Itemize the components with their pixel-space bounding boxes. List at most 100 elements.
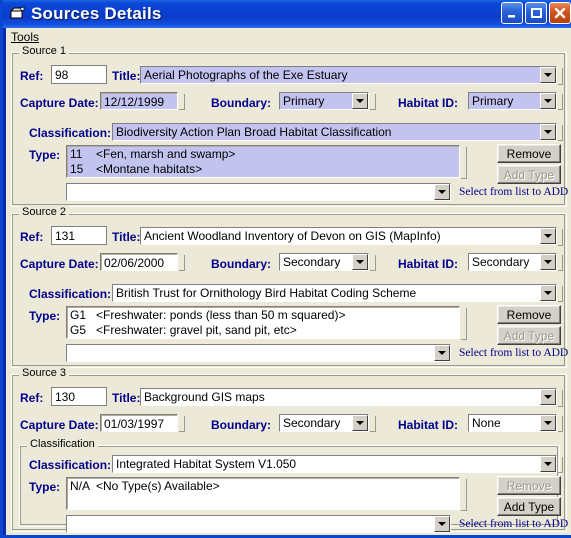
source-2-habitat-id-label: Habitat ID:: [398, 257, 458, 271]
source-3-remove-button: Remove: [497, 476, 561, 495]
source-2-title-combo[interactable]: Ancient Woodland Inventory of Devon on G…: [140, 227, 557, 245]
source-2-habitat-id-combo[interactable]: Secondary: [468, 253, 557, 271]
source-3-classification-combo[interactable]: Integrated Habitat System V1.050: [112, 455, 557, 473]
source-3-type-list[interactable]: N/A <No Type(s) Available>: [66, 477, 460, 510]
list-item[interactable]: 11 <Fen, marsh and swamp>: [70, 147, 459, 162]
type-code: 15: [70, 162, 84, 176]
source-2-add-hint: Select from list to ADD: [459, 347, 569, 359]
list-item[interactable]: N/A <No Type(s) Available>: [70, 479, 459, 494]
source-1-habitat-id-label: Habitat ID:: [398, 96, 458, 110]
source-3-add-type-combo[interactable]: [66, 515, 451, 533]
chevron-down-icon[interactable]: [540, 93, 556, 109]
source-2-boundary-label: Boundary:: [211, 257, 271, 271]
source-3-classification-group-legend: Classification: [27, 438, 98, 450]
type-desc: <Freshwater: ponds (less than 50 m squar…: [96, 308, 346, 322]
chevron-down-icon[interactable]: [540, 228, 556, 244]
source-1-habitat-id-combo[interactable]: Primary: [468, 92, 557, 110]
chevron-down-icon[interactable]: [540, 124, 556, 140]
source-3-group: Source 3 Ref: 130 Title: Background GIS …: [11, 367, 569, 533]
source-1-type-label: Type:: [29, 148, 61, 162]
maximize-button[interactable]: [525, 2, 547, 24]
chevron-down-icon[interactable]: [540, 456, 556, 472]
source-3-type-label: Type:: [29, 480, 61, 494]
source-1-habitat-id-value: Primary: [472, 94, 514, 108]
chevron-down-icon[interactable]: [540, 415, 556, 431]
source-3-legend: Source 3: [19, 367, 70, 379]
source-1-type-list[interactable]: 11 <Fen, marsh and swamp> 15 <Montane ha…: [66, 145, 460, 178]
source-3-add-hint: Select from list to ADD: [459, 518, 569, 530]
menu-item-tools[interactable]: Tools: [6, 29, 44, 45]
source-3-ref-input[interactable]: 130: [51, 387, 107, 406]
chevron-down-icon[interactable]: [540, 285, 556, 301]
source-2-habitat-id-value: Secondary: [472, 255, 530, 269]
source-3-habitat-id-label: Habitat ID:: [398, 418, 458, 432]
source-2-title-label: Title:: [112, 230, 141, 244]
source-2-classification-combo[interactable]: British Trust for Ornithology Bird Habit…: [112, 284, 557, 302]
minimize-button[interactable]: [501, 2, 523, 24]
source-1-boundary-combo[interactable]: Primary: [279, 92, 369, 110]
list-item[interactable]: G1 <Freshwater: ponds (less than 50 m sq…: [70, 308, 459, 323]
source-3-boundary-label: Boundary:: [211, 418, 271, 432]
source-3-capture-date-label: Capture Date:: [20, 418, 99, 432]
chevron-down-icon[interactable]: [434, 516, 450, 532]
chevron-down-icon[interactable]: [352, 93, 368, 109]
source-1-capture-date-input[interactable]: 12/12/1999: [100, 92, 178, 110]
chevron-down-icon[interactable]: [540, 389, 556, 405]
source-3-classification-value: Integrated Habitat System V1.050: [116, 457, 297, 471]
source-3-capture-date-input[interactable]: 01/03/1997: [100, 414, 178, 432]
source-2-capture-date-input[interactable]: 02/06/2000: [100, 253, 178, 271]
source-2-add-type-button: Add Type: [497, 326, 561, 345]
source-1-remove-button[interactable]: Remove: [497, 144, 561, 163]
form-client-area: Source 1 Ref: 98 Title: Aerial Photograp…: [6, 46, 571, 535]
chevron-down-icon[interactable]: [540, 254, 556, 270]
source-2-ref-label: Ref:: [20, 230, 44, 244]
source-3-habitat-id-value: None: [472, 416, 501, 430]
sources-details-window: Sources Details Tools Source 1 Ref: 98 T…: [0, 0, 571, 538]
chevron-down-icon[interactable]: [352, 415, 368, 431]
source-2-group: Source 2 Ref: 131 Title: Ancient Woodlan…: [11, 206, 569, 368]
chevron-down-icon[interactable]: [540, 67, 556, 83]
type-code: 11: [70, 147, 83, 161]
source-1-add-type-combo[interactable]: [66, 183, 451, 201]
close-button[interactable]: [549, 2, 571, 24]
source-2-title-value: Ancient Woodland Inventory of Devon on G…: [144, 229, 441, 243]
source-2-capture-date-label: Capture Date:: [20, 257, 99, 271]
source-1-add-type-button: Add Type: [497, 165, 561, 184]
source-1-group: Source 1 Ref: 98 Title: Aerial Photograp…: [11, 46, 568, 207]
chevron-down-icon[interactable]: [352, 254, 368, 270]
source-3-habitat-id-combo[interactable]: None: [468, 414, 557, 432]
type-code: G5: [70, 323, 87, 337]
source-3-boundary-combo[interactable]: Secondary: [279, 414, 369, 432]
source-1-title-combo[interactable]: Aerial Photographs of the Exe Estuary: [140, 66, 557, 84]
source-3-boundary-value: Secondary: [283, 416, 341, 430]
source-2-add-type-combo[interactable]: [66, 344, 451, 362]
menu-bar: Tools: [6, 28, 571, 46]
source-3-title-combo[interactable]: Background GIS maps: [140, 388, 557, 406]
source-1-classification-combo[interactable]: Biodiversity Action Plan Broad Habitat C…: [112, 123, 557, 141]
source-1-title-label: Title:: [112, 69, 141, 83]
source-1-ref-label: Ref:: [20, 69, 44, 83]
type-desc: <Montane habitats>: [96, 162, 203, 176]
source-1-ref-input[interactable]: 98: [51, 65, 107, 84]
source-2-ref-input[interactable]: 131: [51, 226, 107, 245]
database-window-icon: [9, 5, 27, 23]
source-1-classification-label: Classification:: [29, 126, 112, 140]
source-2-boundary-value: Secondary: [283, 255, 341, 269]
source-3-classification-label: Classification:: [29, 458, 112, 472]
source-2-type-label: Type:: [29, 309, 61, 323]
source-2-boundary-combo[interactable]: Secondary: [279, 253, 369, 271]
source-1-classification-value: Biodiversity Action Plan Broad Habitat C…: [116, 125, 392, 139]
chevron-down-icon[interactable]: [434, 345, 450, 361]
chevron-down-icon[interactable]: [434, 184, 450, 200]
title-bar[interactable]: Sources Details: [3, 0, 571, 28]
source-1-capture-date-label: Capture Date:: [20, 96, 99, 110]
source-2-remove-button[interactable]: Remove: [497, 305, 561, 324]
source-1-legend: Source 1: [19, 46, 70, 57]
source-3-add-type-button[interactable]: Add Type: [497, 497, 561, 516]
source-1-title-value: Aerial Photographs of the Exe Estuary: [144, 68, 348, 82]
source-2-type-list[interactable]: G1 <Freshwater: ponds (less than 50 m sq…: [66, 306, 460, 339]
source-1-boundary-value: Primary: [283, 94, 325, 108]
list-item[interactable]: 15 <Montane habitats>: [70, 162, 459, 177]
list-item[interactable]: G5 <Freshwater: gravel pit, sand pit, et…: [70, 323, 459, 338]
type-code: N/A: [70, 479, 91, 493]
